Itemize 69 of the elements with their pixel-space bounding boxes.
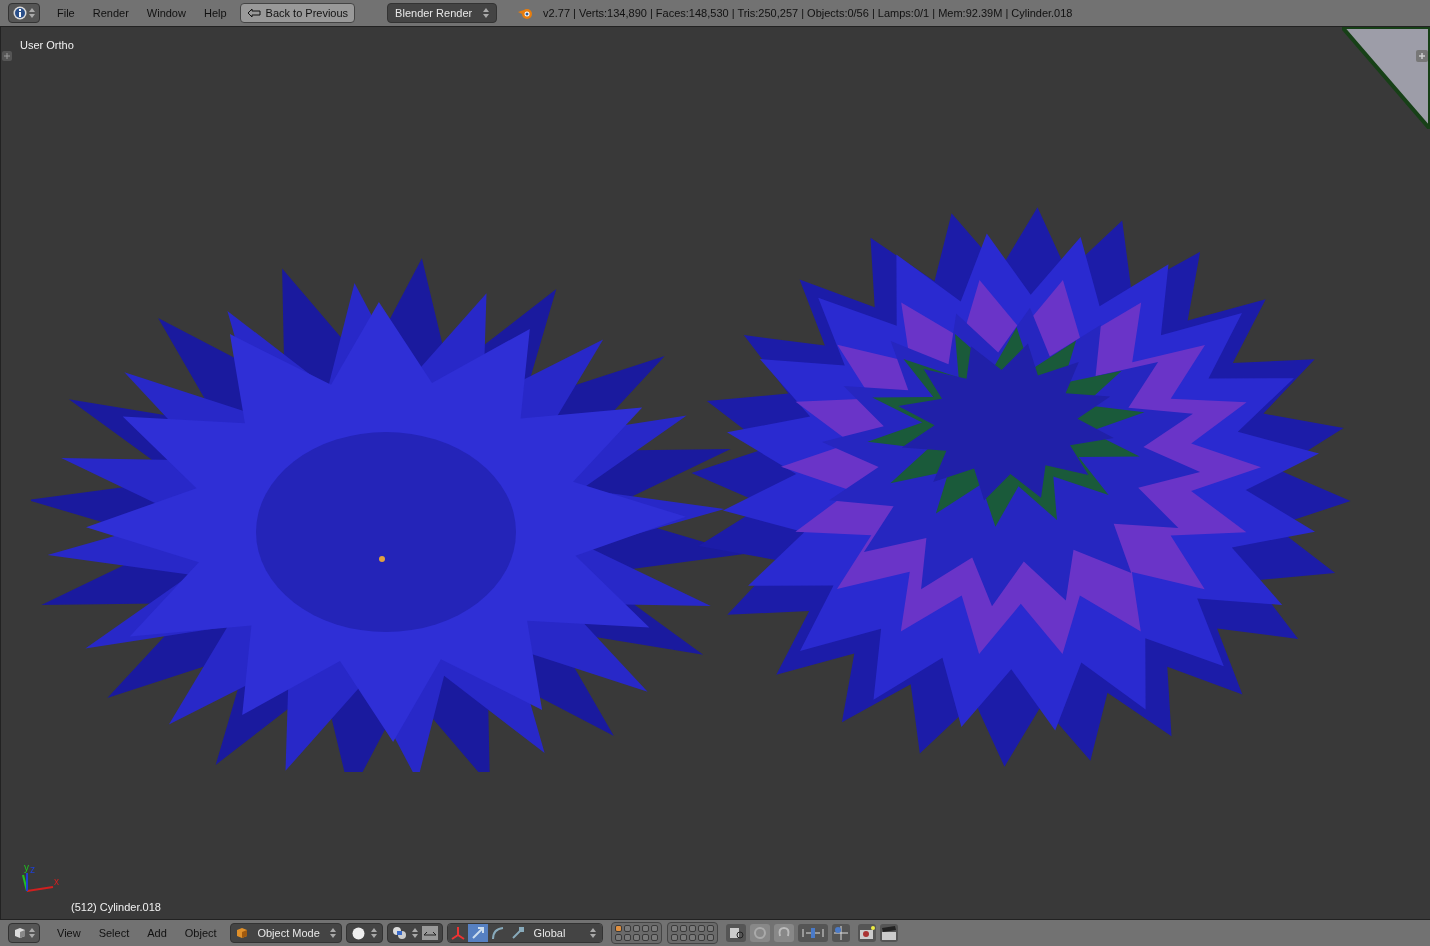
manipulator-button[interactable]	[467, 924, 488, 942]
layer-toggle[interactable]	[697, 934, 705, 941]
back-arrow-icon	[246, 8, 261, 18]
plus-icon	[1416, 50, 1428, 62]
magnet-icon	[773, 924, 794, 942]
axes-icon	[449, 925, 466, 941]
arc-icon	[489, 925, 506, 941]
layer-toggle[interactable]	[697, 925, 705, 932]
spinner-arrows-icon	[329, 927, 336, 939]
layer-toggle[interactable]	[670, 934, 678, 941]
axis-label: z	[30, 865, 35, 875]
cube-icon	[235, 927, 248, 939]
cube-icon	[13, 926, 27, 940]
layer-toggle[interactable]	[679, 934, 687, 941]
clapperboard-icon	[879, 924, 898, 942]
menu-item[interactable]: Add	[138, 924, 176, 942]
menu-item[interactable]: Help	[194, 4, 236, 22]
snap-target-icon	[831, 924, 850, 942]
manipulator-button[interactable]	[447, 924, 468, 942]
sphere-icon	[351, 926, 365, 940]
layer-toggle[interactable]	[688, 925, 696, 932]
menu-item[interactable]: Object	[175, 924, 226, 942]
shading-dropdown[interactable]	[345, 923, 383, 943]
layer-toggle[interactable]	[706, 925, 714, 932]
manipulator-center-icon	[421, 926, 438, 940]
spinner-arrows-icon	[29, 927, 35, 939]
object-info: (512) Cylinder.018	[71, 900, 161, 915]
view-name: User Ortho	[20, 38, 74, 53]
layer-toggle[interactable]	[650, 925, 658, 932]
layer-toggle[interactable]	[688, 934, 696, 941]
info-icon	[13, 6, 27, 20]
layer-toggle[interactable]	[632, 925, 640, 932]
back-to-previous-button[interactable]: Back to Previous	[239, 3, 356, 23]
spinner-arrows-icon	[29, 7, 35, 19]
editor-type-button[interactable]	[8, 3, 40, 23]
menu-item[interactable]: Select	[89, 924, 139, 942]
menu-item[interactable]: View	[48, 924, 90, 942]
menu-item[interactable]: File	[48, 4, 84, 22]
layer-toggle[interactable]	[679, 925, 687, 932]
axis-label: y	[24, 863, 29, 873]
layer-toggle[interactable]	[614, 925, 622, 932]
layer-toggle[interactable]	[641, 934, 649, 941]
menu-item[interactable]: Render	[83, 4, 138, 22]
layer-toggle[interactable]	[706, 934, 714, 941]
layer-toggle[interactable]	[641, 925, 649, 932]
layer-toggle[interactable]	[632, 934, 640, 941]
camera-icon	[857, 924, 876, 942]
proportional-edit-icon	[749, 924, 770, 942]
lock-layers-icon	[725, 924, 746, 942]
spinner-arrows-icon	[589, 927, 596, 939]
axis-label: x	[54, 877, 59, 887]
layer-toggle[interactable]	[623, 934, 631, 941]
spinner-arrows-icon	[370, 927, 377, 939]
orientation-dropdown[interactable]: Global	[527, 924, 602, 942]
spinner-arrows-icon	[411, 927, 418, 939]
mode-dropdown[interactable]: Object Mode	[229, 923, 342, 943]
layer-toggle[interactable]	[614, 934, 622, 941]
layer-toggle[interactable]	[650, 934, 658, 941]
layer-toggle[interactable]	[670, 925, 678, 932]
scene-statistics: v2.77 | Verts:134,890 | Faces:148,530 | Tris:250,257 | Objects:0/56 | Lamps:0/1 | Mem:92.39M | Cylinder.018	[543, 5, 1073, 21]
layer-toggle[interactable]	[623, 925, 631, 932]
manipulator-button[interactable]	[487, 924, 508, 942]
pivot-icon	[391, 926, 408, 940]
snap-element-icon	[797, 924, 828, 942]
menu-item[interactable]: Window	[137, 4, 195, 22]
editor-type-button[interactable]	[8, 923, 40, 943]
render-engine-dropdown[interactable]: Blender Render	[387, 3, 498, 23]
spinner-arrows-icon	[483, 7, 490, 19]
plus-icon	[2, 51, 12, 61]
